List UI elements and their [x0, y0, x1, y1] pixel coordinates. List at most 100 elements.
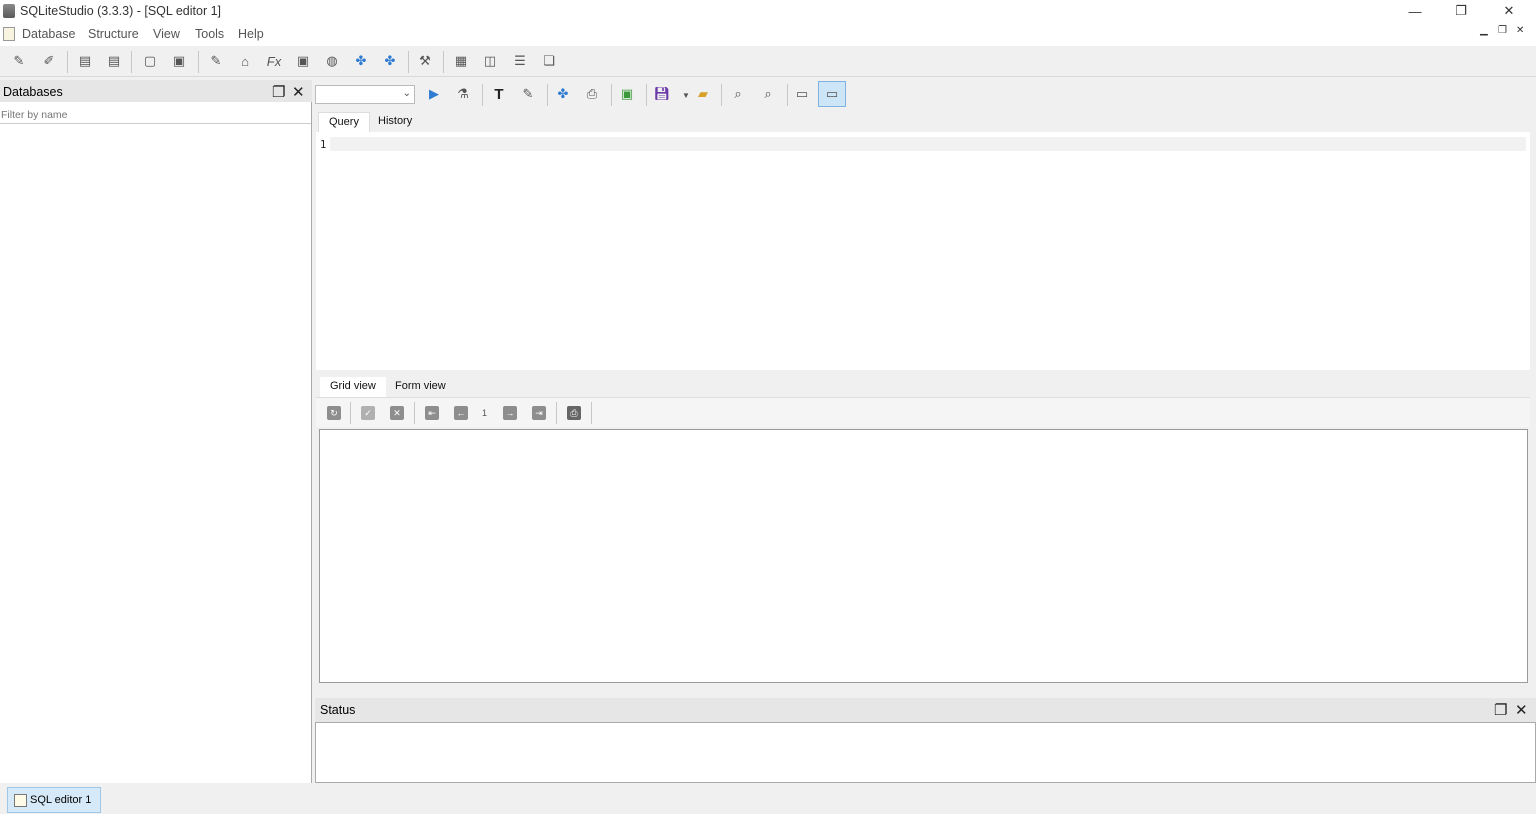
extensions-icon[interactable]: ◍ [323, 52, 341, 70]
first-page-icon[interactable]: ⇤ [425, 406, 439, 420]
import-icon[interactable]: ▢ [141, 52, 159, 70]
toolbar-separator [482, 84, 483, 106]
format-sql-icon[interactable]: T [490, 85, 508, 103]
status-panel-header: Status ❐ ✕ [315, 698, 1536, 722]
collations-icon[interactable]: ▣ [294, 52, 312, 70]
clear-icon[interactable]: ✎ [519, 85, 537, 103]
open-file-icon[interactable]: ▰ [694, 85, 712, 103]
window-title: SQLiteStudio (3.3.3) - [SQL editor 1] [20, 4, 222, 18]
toolbar-separator [414, 402, 415, 424]
mdi-minimize-button[interactable]: ▁ [1480, 25, 1488, 36]
menu-bar: Database Structure View Tools Help [0, 22, 1536, 46]
add-db-icon[interactable]: ▤ [76, 52, 94, 70]
close-status-icon[interactable]: ✕ [1515, 701, 1528, 719]
status-panel-title: Status [320, 703, 356, 717]
results-grid[interactable] [319, 429, 1528, 683]
mdi-restore-button[interactable]: ❐ [1498, 25, 1507, 36]
menu-view[interactable]: View [153, 27, 180, 41]
app-icon [3, 4, 15, 18]
status-panel: Status ❐ ✕ [315, 698, 1536, 783]
mdi-close-button[interactable]: ✕ [1516, 25, 1524, 36]
toolbar-separator [350, 402, 351, 424]
save-icon[interactable]: 💾︎ [653, 85, 671, 103]
menu-tools[interactable]: Tools [195, 27, 224, 41]
connect-db-icon[interactable]: ✎ [10, 52, 28, 70]
open-sql-editor-icon[interactable]: ✎ [207, 52, 225, 70]
export-results-icon[interactable]: ▣ [618, 85, 636, 103]
menu-structure[interactable]: Structure [88, 27, 139, 41]
line-number-gutter [316, 132, 326, 370]
close-panel-icon[interactable]: ✕ [292, 83, 305, 101]
toolbar-separator [408, 51, 409, 73]
page-number: 1 [482, 408, 488, 418]
last-page-icon[interactable]: ⇥ [532, 406, 546, 420]
editor-toolbar: ▶ ⚗ T ✎ ✤ ⎙ ▣ 💾︎ ▼ ▰ ⌕ ⌕ ▭ ▭ [314, 80, 1536, 110]
layout-horizontal-icon[interactable]: ▭ [793, 85, 811, 103]
databases-panel-title: Databases [3, 85, 63, 99]
commit-icon[interactable]: ✓ [361, 406, 375, 420]
cascade-icon[interactable]: ☰ [511, 52, 529, 70]
tile-icon[interactable]: ✤ [352, 52, 370, 70]
remove-db-icon[interactable]: ▤ [105, 52, 123, 70]
sql-functions-icon[interactable]: Fx [265, 52, 283, 70]
query-editor[interactable]: 1 [316, 132, 1530, 370]
find-icon[interactable]: ⌕ [729, 85, 747, 103]
taskbar-item-label: SQL editor 1 [30, 794, 92, 806]
restore-button[interactable]: ❐ [1438, 0, 1484, 22]
print-icon[interactable]: ⎙ [583, 85, 601, 103]
toolbar-separator [547, 84, 548, 106]
export-icon[interactable]: ▣ [170, 52, 188, 70]
toolbar-separator [198, 51, 199, 73]
results-toolbar: ↻ ✓ ✕ ⇤ ← 1 → ⇥ ⎙ [316, 397, 1530, 427]
float-panel-icon[interactable]: ❐ [272, 83, 285, 101]
toolbar-separator [591, 402, 592, 424]
databases-panel: Databases ❐ ✕ [0, 80, 312, 783]
explain-query-icon[interactable]: ⚗ [454, 85, 472, 103]
toolbar-separator [646, 84, 647, 106]
window-taskbar: SQL editor 1 [0, 784, 1536, 814]
open-ddl-history-icon[interactable]: ⌂ [236, 52, 254, 70]
next-page-icon[interactable]: → [503, 406, 517, 420]
databases-tree[interactable] [0, 126, 311, 783]
toolbar-separator [787, 84, 788, 106]
save-dropdown-icon[interactable]: ▼ [677, 86, 695, 104]
minimize-button[interactable]: — [1392, 0, 1438, 22]
disconnect-db-icon[interactable]: ✐ [40, 52, 58, 70]
tab-history[interactable]: History [368, 112, 422, 132]
toolbar-separator [443, 51, 444, 73]
refresh-icon[interactable]: ↻ [327, 406, 341, 420]
settings-icon[interactable]: ⚒ [416, 52, 434, 70]
title-bar: SQLiteStudio (3.3.3) - [SQL editor 1] — … [0, 0, 1536, 22]
toolbar-separator [611, 84, 612, 106]
menu-help[interactable]: Help [238, 27, 264, 41]
menu-database[interactable]: Database [22, 27, 76, 41]
layout-vertical-icon[interactable]: ▭ [818, 81, 846, 107]
main-toolbar: ✎ ✐ ▤ ▤ ▢ ▣ ✎ ⌂ Fx ▣ ◍ ✤ ✤ ⚒ ▦ ◫ ☰ ❏ [0, 47, 1536, 77]
tab-query[interactable]: Query [318, 112, 370, 132]
databases-panel-header: Databases ❐ ✕ [0, 80, 312, 102]
taskbar-item-sql-editor[interactable]: SQL editor 1 [7, 787, 101, 813]
float-status-icon[interactable]: ❐ [1494, 701, 1507, 719]
query-exec-icon[interactable]: ✤ [554, 85, 572, 103]
tile-vertical-icon[interactable]: ◫ [481, 52, 499, 70]
execute-query-icon[interactable]: ▶ [425, 85, 443, 103]
sql-editor-window-icon [3, 27, 15, 41]
close-button[interactable]: ✕ [1486, 0, 1532, 22]
print-results-icon[interactable]: ⎙ [567, 406, 581, 420]
sql-editor-icon [14, 793, 27, 807]
line-number: 1 [320, 139, 327, 151]
filter-by-name-input[interactable] [0, 106, 311, 124]
tab-form-view[interactable]: Form view [385, 377, 456, 397]
float-window-icon[interactable]: ❏ [540, 52, 558, 70]
tile-alt-icon[interactable]: ✤ [381, 52, 399, 70]
toolbar-separator [556, 402, 557, 424]
previous-page-icon[interactable]: ← [454, 406, 468, 420]
current-line-highlight [330, 137, 1526, 151]
toolbar-separator [131, 51, 132, 73]
rollback-icon[interactable]: ✕ [390, 406, 404, 420]
find-next-icon[interactable]: ⌕ [759, 85, 777, 103]
tab-grid-view[interactable]: Grid view [320, 377, 386, 397]
tile-horizontal-icon[interactable]: ▦ [452, 52, 470, 70]
status-output[interactable] [315, 722, 1536, 783]
toolbar-separator [67, 51, 68, 73]
